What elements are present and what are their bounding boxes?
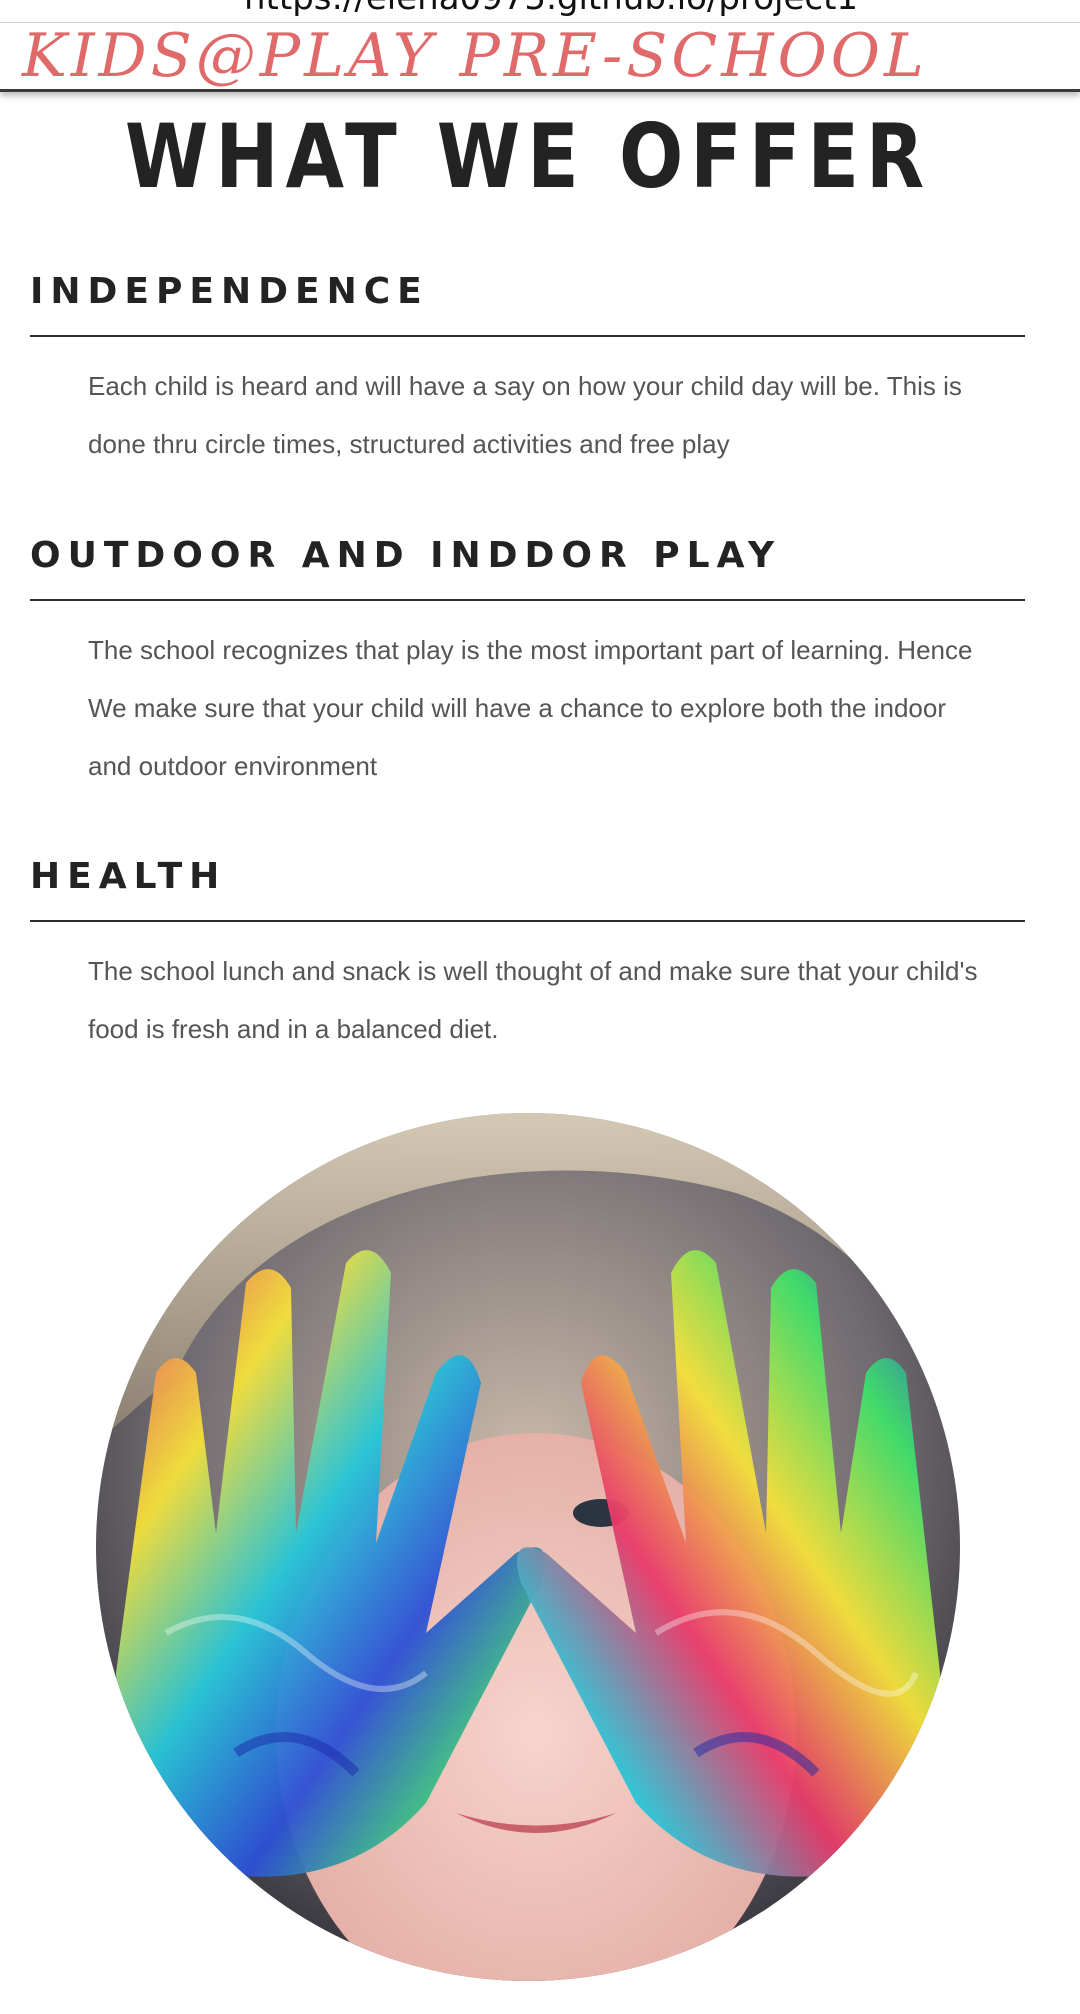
section-body: Each child is heard and will have a say … (88, 371, 962, 459)
site-navbar: KIDS@PLAY PRE-SCHOOL (0, 23, 1080, 92)
photo-illustration (96, 1113, 960, 1981)
site-logo-text[interactable]: KIDS@PLAY PRE-SCHOOL (22, 23, 928, 89)
section-body: The school lunch and snack is well thoug… (88, 956, 978, 1044)
offer-section-play: OUTDOOR AND INDDOR PLAY The school recog… (30, 534, 1025, 795)
section-heading: INDEPENDENCE (30, 271, 429, 312)
section-heading: HEALTH (30, 856, 227, 897)
section-divider (30, 599, 1025, 601)
page-title: WHAT WE OFFER (124, 105, 932, 208)
child-painted-hands-image (96, 1113, 960, 1981)
address-bar[interactable]: https://elena0975.github.io/project1 (0, 0, 1080, 23)
section-heading: OUTDOOR AND INDDOR PLAY (30, 535, 782, 576)
section-divider (30, 335, 1025, 337)
offer-section-independence: INDEPENDENCE Each child is heard and wil… (30, 270, 1025, 473)
section-divider (30, 920, 1025, 922)
section-body: The school recognizes that play is the m… (88, 635, 973, 781)
address-url[interactable]: https://elena0975.github.io/project1 (244, 0, 858, 18)
offer-section-health: HEALTH The school lunch and snack is wel… (30, 855, 1025, 1058)
